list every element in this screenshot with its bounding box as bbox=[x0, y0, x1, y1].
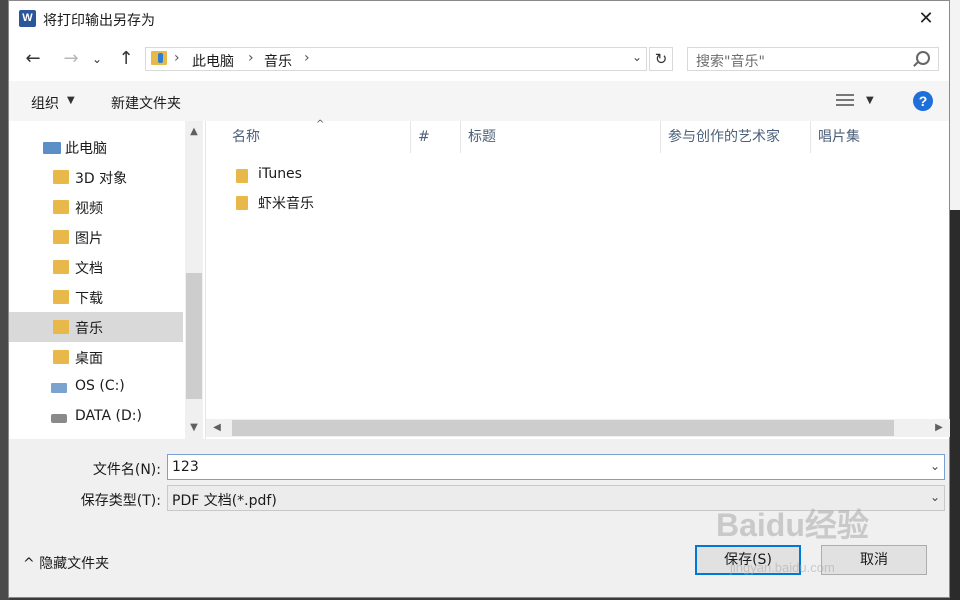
sidebar-item-label: 此电脑 bbox=[65, 141, 107, 157]
file-list-pane: 名称 ^ # 标题 参与创作的艺术家 唱片集 iTunes 虾米音乐 ◀ ▶ bbox=[205, 119, 950, 439]
hide-folders-label: 隐藏文件夹 bbox=[39, 556, 110, 572]
sort-ascending-icon: ^ bbox=[316, 119, 325, 130]
scroll-down-arrow-icon[interactable]: ▼ bbox=[185, 419, 203, 436]
forward-arrow-icon[interactable]: → bbox=[59, 47, 83, 71]
dialog-title: 将打印输出另存为 bbox=[43, 13, 155, 29]
sidebar-item-label: DATA (D:) bbox=[75, 408, 142, 424]
breadcrumb-music[interactable]: 音乐 bbox=[264, 51, 292, 71]
search-icon[interactable] bbox=[916, 51, 930, 65]
sidebar-item-label: 音乐 bbox=[75, 321, 103, 337]
folder-desktop-icon bbox=[53, 350, 69, 364]
address-bar[interactable]: › 此电脑 › 音乐 › ⌄ bbox=[145, 47, 647, 71]
file-name: 虾米音乐 bbox=[258, 196, 314, 212]
sidebar-item-label: 3D 对象 bbox=[75, 171, 128, 187]
folder-icon bbox=[236, 169, 248, 183]
sidebar-item-documents[interactable]: 文档 bbox=[9, 252, 183, 282]
filetype-value: PDF 文档(*.pdf) bbox=[172, 493, 277, 509]
sidebar-item-this-pc[interactable]: 此电脑 bbox=[9, 132, 183, 162]
search-input[interactable]: 搜索"音乐" bbox=[687, 47, 939, 71]
sidebar-item-label: 桌面 bbox=[75, 351, 103, 367]
hide-folders-toggle[interactable]: ^ 隐藏文件夹 bbox=[23, 553, 109, 573]
folder-pictures-icon bbox=[53, 230, 69, 244]
folder-downloads-icon bbox=[53, 290, 69, 304]
column-header-album[interactable]: 唱片集 bbox=[818, 121, 860, 153]
filename-label: 文件名(N): bbox=[92, 462, 161, 478]
filename-input[interactable]: 123 ⌄ bbox=[167, 454, 945, 480]
folder-music-icon bbox=[53, 320, 69, 334]
background-window-strip bbox=[950, 0, 960, 210]
column-divider[interactable] bbox=[460, 121, 461, 153]
column-header-artists[interactable]: 参与创作的艺术家 bbox=[668, 121, 780, 153]
sidebar-item-desktop[interactable]: 桌面 bbox=[9, 342, 183, 372]
column-divider[interactable] bbox=[410, 121, 411, 153]
navigation-pane: 此电脑 3D 对象 视频 图片 文档 下载 音乐 桌面 OS (C:) DATA… bbox=[9, 121, 205, 439]
filetype-dropdown-chevron-icon[interactable]: ⌄ bbox=[930, 490, 940, 504]
command-bar: 组织 ▼ 新建文件夹 ▼ ? bbox=[9, 81, 949, 121]
sidebar-item-3d-objects[interactable]: 3D 对象 bbox=[9, 162, 183, 192]
help-icon[interactable]: ? bbox=[913, 91, 933, 111]
file-list-horizontal-scrollbar[interactable]: ◀ ▶ bbox=[206, 419, 950, 437]
search-placeholder: 搜索"音乐" bbox=[696, 54, 765, 70]
refresh-icon[interactable]: ↻ bbox=[649, 47, 673, 71]
view-options-icon[interactable] bbox=[836, 94, 854, 108]
up-arrow-icon[interactable]: ↑ bbox=[114, 47, 138, 71]
sidebar-item-label: OS (C:) bbox=[75, 378, 125, 394]
scroll-up-arrow-icon[interactable]: ▲ bbox=[185, 123, 203, 140]
organize-caret-icon[interactable]: ▼ bbox=[67, 95, 75, 106]
file-name: iTunes bbox=[258, 166, 302, 182]
column-header-name[interactable]: 名称 bbox=[232, 121, 260, 153]
drive-c-icon bbox=[51, 383, 67, 393]
title-bar: W 将打印输出另存为 ✕ bbox=[9, 1, 949, 37]
view-options-caret-icon[interactable]: ▼ bbox=[866, 95, 874, 106]
horizontal-scroll-thumb[interactable] bbox=[232, 420, 894, 436]
folder-3d-icon bbox=[53, 170, 69, 184]
drive-d-icon bbox=[51, 414, 67, 423]
recent-locations-chevron-icon[interactable]: ⌄ bbox=[89, 47, 105, 71]
sidebar-item-downloads[interactable]: 下载 bbox=[9, 282, 183, 312]
new-folder-button[interactable]: 新建文件夹 bbox=[111, 93, 181, 113]
breadcrumb-separator-icon[interactable]: › bbox=[304, 50, 310, 66]
filetype-label: 保存类型(T): bbox=[80, 493, 161, 509]
column-divider[interactable] bbox=[660, 121, 661, 153]
filename-value: 123 bbox=[172, 459, 199, 475]
sidebar-item-label: 文档 bbox=[75, 261, 103, 277]
back-arrow-icon[interactable]: ← bbox=[21, 47, 45, 71]
sidebar-item-videos[interactable]: 视频 bbox=[9, 192, 183, 222]
folder-video-icon bbox=[53, 200, 69, 214]
baidu-watermark-logo: Baidu经验 bbox=[716, 507, 869, 543]
navigation-bar: ← → ⌄ ↑ › 此电脑 › 音乐 › ⌄ ↻ 搜索"音乐" bbox=[9, 37, 949, 81]
sidebar-scroll-thumb[interactable] bbox=[186, 273, 202, 399]
sidebar-item-pictures[interactable]: 图片 bbox=[9, 222, 183, 252]
organize-button[interactable]: 组织 bbox=[31, 93, 59, 113]
column-header-title[interactable]: 标题 bbox=[468, 121, 496, 153]
breadcrumb-separator-icon: › bbox=[248, 50, 254, 66]
folder-icon bbox=[236, 196, 248, 210]
filename-dropdown-chevron-icon[interactable]: ⌄ bbox=[930, 459, 940, 473]
column-divider[interactable] bbox=[810, 121, 811, 153]
chevron-up-icon: ^ bbox=[23, 556, 40, 572]
sidebar-item-label: 图片 bbox=[75, 231, 103, 247]
sidebar-item-label: 视频 bbox=[75, 201, 103, 217]
breadcrumb-this-pc[interactable]: 此电脑 bbox=[192, 51, 234, 71]
folder-documents-icon bbox=[53, 260, 69, 274]
pc-icon bbox=[43, 142, 61, 154]
sidebar-scrollbar[interactable]: ▲ ▼ bbox=[185, 121, 203, 439]
music-folder-icon bbox=[151, 51, 167, 65]
word-app-icon: W bbox=[19, 10, 36, 27]
column-header-number[interactable]: # bbox=[418, 121, 430, 153]
address-dropdown-chevron-icon[interactable]: ⌄ bbox=[632, 50, 642, 64]
breadcrumb-separator-icon: › bbox=[174, 50, 180, 66]
sidebar-item-drive-d[interactable]: DATA (D:) bbox=[9, 402, 183, 432]
sidebar-item-label: 下载 bbox=[75, 291, 103, 307]
sidebar-item-music[interactable]: 音乐 bbox=[9, 312, 183, 342]
baidu-watermark-url: jingyan.baidu.com bbox=[730, 560, 835, 575]
scroll-left-arrow-icon[interactable]: ◀ bbox=[208, 419, 226, 437]
scroll-right-arrow-icon[interactable]: ▶ bbox=[930, 419, 948, 437]
sidebar-item-drive-c[interactable]: OS (C:) bbox=[9, 372, 183, 402]
cancel-button[interactable]: 取消 bbox=[821, 545, 927, 575]
close-button[interactable]: ✕ bbox=[903, 1, 949, 37]
